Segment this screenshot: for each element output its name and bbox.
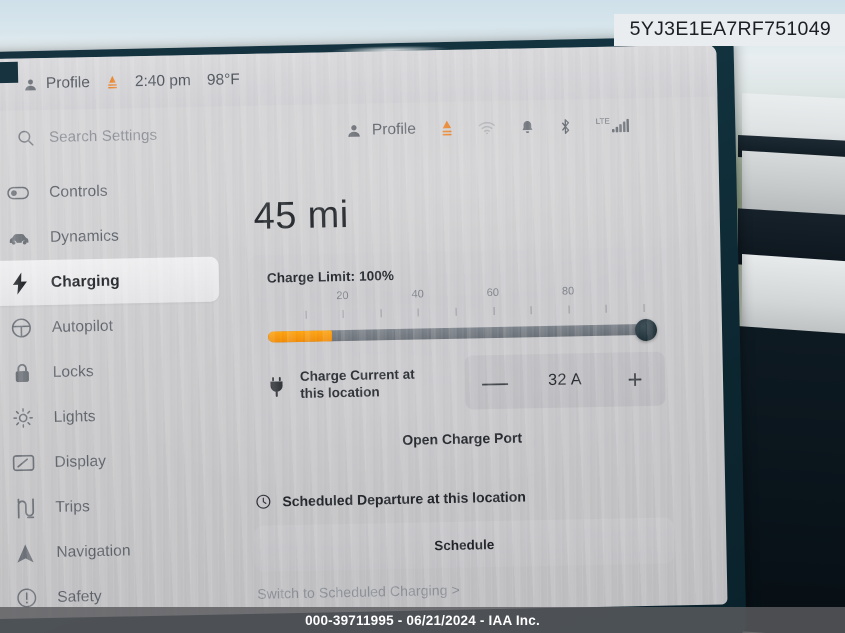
sidebar-item-label: Lights (53, 407, 96, 426)
scheduled-departure-label: Scheduled Departure at this location (282, 488, 526, 510)
lte-label: LTE (595, 116, 610, 126)
charge-limit-slider[interactable]: 20 40 60 80 (267, 282, 658, 358)
car-icon (8, 227, 30, 249)
slider-tick-label: 80 (561, 285, 575, 298)
slider-tick-label: 40 (411, 288, 424, 301)
slider-tick-label: 20 (336, 289, 349, 303)
sun-brightness-icon (11, 407, 33, 429)
vin-overlay: 5YJ3E1EA7RF751049 (613, 14, 845, 46)
decrease-amperage-button[interactable]: — (481, 367, 510, 398)
vehicle-temperature[interactable]: 98°F (207, 71, 240, 90)
bluetooth-icon[interactable] (559, 117, 572, 135)
sidebar-item-label: Safety (57, 587, 102, 606)
settings-sidebar: Controls Dynamics Charging Autopilot Loc… (0, 167, 226, 620)
search-input[interactable]: Search Settings (0, 122, 296, 148)
schedule-button[interactable]: Schedule (253, 517, 675, 572)
sidebar-item-label: Navigation (56, 541, 131, 561)
charge-plug-icon (269, 376, 284, 397)
nav-arrow-icon (14, 542, 36, 564)
sidebar-item-autopilot[interactable]: Autopilot (0, 302, 220, 352)
sidebar-item-label: Charging (50, 272, 120, 291)
profile-button[interactable]: Profile (346, 121, 416, 140)
touchscreen-display: Profile 2:40 pm 98°F Search Settings Pro… (0, 44, 728, 620)
sidebar-item-label: Locks (52, 362, 94, 381)
vehicle-clock: 2:40 pm (134, 72, 192, 91)
profile-label: Profile (371, 120, 417, 139)
slider-tick-label: 60 (486, 286, 500, 300)
sidebar-item-lights[interactable]: Lights (0, 392, 222, 442)
vehicle-touchscreen-photo: Profile 2:40 pm 98°F Search Settings Pro… (0, 0, 845, 633)
sidebar-item-label: Autopilot (51, 317, 114, 336)
charge-current-label-line2: this location (300, 384, 380, 401)
sidebar-item-label: Trips (55, 497, 90, 516)
person-icon (346, 123, 362, 139)
charge-current-stepper: — 32 A + (464, 351, 666, 410)
switch-to-scheduled-charging-link[interactable]: Switch to Scheduled Charging > (257, 577, 709, 602)
increase-amperage-button[interactable]: + (621, 364, 650, 394)
amperage-value: 32 A (548, 371, 582, 389)
slider-tick-labels: 20 40 60 80 (267, 284, 643, 306)
auction-watermark: 000-39711995 - 06/21/2024 - IAA Inc. (0, 607, 845, 633)
lte-signal-icon[interactable]: LTE (595, 116, 630, 133)
charge-limit-card: Charge Limit: 100% 20 40 60 80 Charge Cu… (248, 246, 673, 472)
sidebar-item-charging[interactable]: Charging (0, 256, 220, 307)
sidebar-item-display[interactable]: Display (0, 437, 223, 487)
open-charge-port-button[interactable]: Open Charge Port (252, 405, 673, 471)
display-screen-icon (12, 452, 35, 474)
charging-panel: 45 mi Charge Limit: 100% 20 40 60 80 Cha… (223, 157, 710, 619)
slider-knob[interactable] (634, 318, 658, 342)
sidebar-item-navigation[interactable]: Navigation (0, 526, 225, 576)
sidebar-item-controls[interactable]: Controls (0, 167, 218, 217)
slider-tick-marks (268, 304, 645, 321)
steering-wheel-icon (10, 317, 32, 339)
winding-road-icon (13, 497, 35, 519)
sidebar-item-label: Dynamics (49, 227, 120, 246)
car-door-panel-dark (730, 325, 845, 633)
scheduled-departure-header: Scheduled Departure at this location (255, 485, 707, 510)
slider-track[interactable] (267, 323, 647, 343)
exclamation-circle-icon (15, 587, 37, 609)
battery-charge-fill (267, 330, 333, 343)
vehicle-profile-button[interactable]: Profile (23, 74, 90, 93)
search-icon (16, 128, 35, 147)
download-arrow-icon[interactable] (440, 120, 454, 138)
clock-icon (255, 494, 271, 510)
wifi-icon[interactable] (478, 121, 496, 135)
toggle-switch-icon (7, 182, 30, 204)
lightning-bolt-icon (9, 272, 31, 295)
sidebar-item-label: Display (54, 452, 107, 471)
vehicle-profile-label: Profile (45, 74, 91, 92)
sidebar-item-trips[interactable]: Trips (0, 481, 224, 531)
sidebar-item-label: Controls (48, 182, 108, 201)
padlock-icon (11, 362, 33, 384)
header-status-icons: Profile LTE (346, 116, 630, 140)
charge-current-label-line1: Charge Current at (299, 366, 415, 385)
sidebar-item-locks[interactable]: Locks (0, 347, 221, 397)
range-value: 45 mi (253, 193, 349, 238)
search-placeholder: Search Settings (48, 126, 158, 146)
bezel-corner-chip (0, 61, 19, 84)
bell-icon[interactable] (520, 119, 535, 136)
sidebar-item-dynamics[interactable]: Dynamics (0, 212, 218, 262)
seat-heater-icon[interactable] (106, 75, 119, 91)
charge-current-row: Charge Current at this location — 32 A + (251, 351, 672, 413)
person-icon (23, 77, 38, 92)
